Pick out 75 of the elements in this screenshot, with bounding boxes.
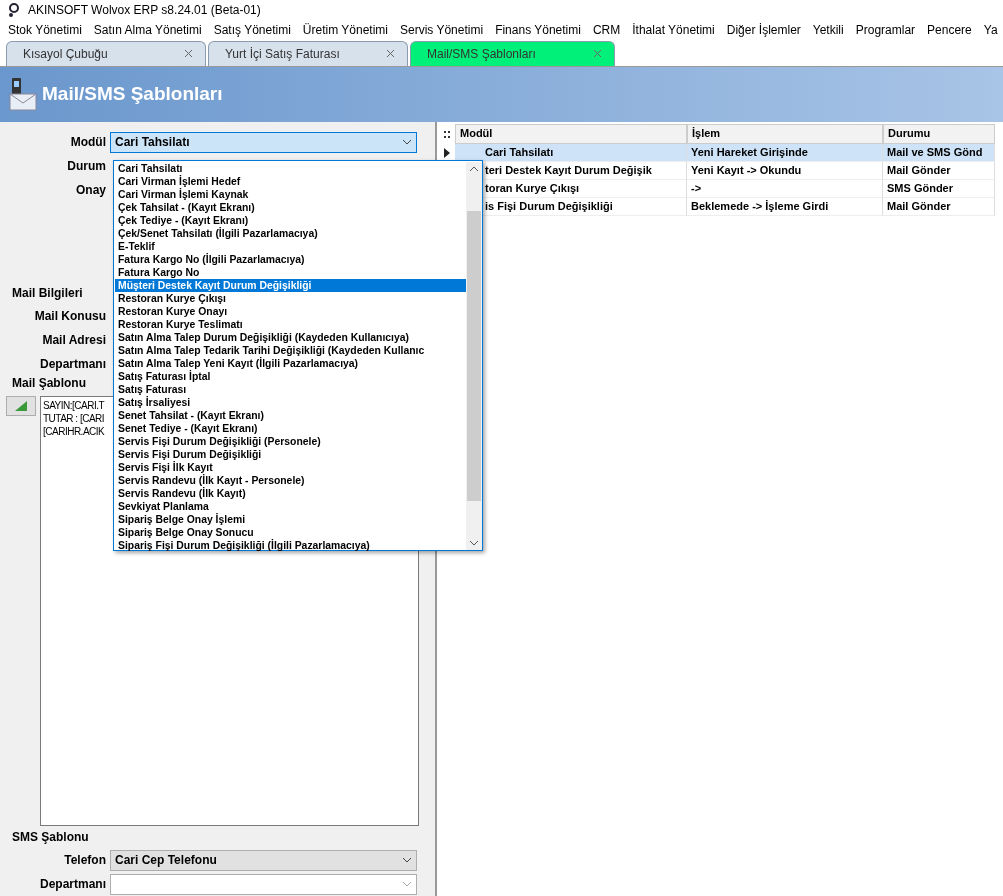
phone-select[interactable]: Cari Cep Telefonu <box>110 849 417 871</box>
table-cell: Mail Gönder <box>883 162 995 180</box>
dropdown-option[interactable]: Satın Alma Talep Durum Değişikliği (Kaydeden Kullanıcıya) <box>115 331 466 344</box>
field-label: Onay <box>75 183 107 197</box>
tab-label: Kısayol Çubuğu <box>23 46 108 61</box>
field-label: Mail Konusu <box>33 309 107 323</box>
caret-icon <box>402 857 412 863</box>
table-cell: Mail Gönder <box>883 198 995 216</box>
dropdown-option[interactable]: Çek Tediye - (Kayıt Ekranı) <box>115 214 466 227</box>
scroll-down-icon[interactable] <box>469 540 479 546</box>
close-icon[interactable] <box>593 49 602 59</box>
table-cell: -> <box>687 180 883 198</box>
column-header[interactable]: Modül <box>455 124 687 144</box>
table-cell: SMS Gönder <box>883 180 995 198</box>
menu-item[interactable]: Stok Yönetimi <box>2 23 88 38</box>
dropdown-option[interactable]: Restoran Kurye Teslimatı <box>115 318 466 331</box>
table-cell: Cari Tahsilatı <box>455 144 687 162</box>
column-header[interactable]: Durumu <box>883 124 995 144</box>
grid-dots-icon <box>444 130 450 138</box>
table-cell: Beklemede -> İşleme Girdi <box>687 198 883 216</box>
menu-item[interactable]: CRM <box>586 23 627 38</box>
scroll-up-icon[interactable] <box>469 166 479 172</box>
dropdown-option[interactable]: Fatura Kargo No <box>115 266 466 279</box>
menu-item[interactable]: Servis Yönetimi <box>393 23 490 38</box>
table-cell: Yeni Hareket Girişinde <box>687 144 883 162</box>
module-select[interactable]: Cari Tahsilatı <box>110 131 417 153</box>
field-label: Departmanı <box>38 877 107 891</box>
field-label: Durum <box>66 159 107 173</box>
dropdown-option[interactable]: Müşteri Destek Kayıt Durum Değişikliği <box>115 279 466 292</box>
menu-item[interactable]: Diğer İşlemler <box>720 23 807 38</box>
triangle-icon <box>14 400 28 412</box>
menu-item[interactable]: Satın Alma Yönetimi <box>87 23 208 38</box>
phone-envelope-icon <box>8 76 38 113</box>
page-title: Mail/SMS Şablonları <box>42 83 223 106</box>
dropdown-option[interactable]: Restoran Kurye Çıkışı <box>115 292 466 305</box>
column-header[interactable]: İşlem <box>687 124 883 144</box>
app-logo-icon <box>6 2 22 19</box>
table-cell: Yeni Kayıt -> Okundu <box>687 162 883 180</box>
group-title: Mail Bilgileri <box>12 286 83 302</box>
dropdown-option[interactable]: Çek/Senet Tahsilatı (İlgili Pazarlamacıya) <box>115 227 466 240</box>
close-icon[interactable] <box>386 49 395 59</box>
scrollbar[interactable] <box>466 162 482 550</box>
menu-item[interactable]: Finans Yönetimi <box>489 23 587 38</box>
field-label: Mail Adresi <box>41 333 107 347</box>
row-pointer-icon <box>444 148 450 158</box>
tab-label: Yurt İçi Satış Faturası <box>225 46 340 61</box>
dropdown-option[interactable]: Fatura Kargo No (İlgili Pazarlamacıya) <box>115 253 466 266</box>
field-label: Modül <box>69 135 107 149</box>
menu-item[interactable]: Yetkili <box>806 23 850 38</box>
menu-item[interactable]: İthalat Yönetimi <box>626 23 721 38</box>
menu-item[interactable]: Ya <box>977 23 1003 38</box>
caret-icon <box>402 881 412 887</box>
menu-item[interactable]: Üretim Yönetimi <box>296 23 394 38</box>
tab[interactable]: Kısayol Çubuğu <box>6 40 206 66</box>
dropdown-option[interactable]: Satış Faturası İptal <box>115 370 466 383</box>
dropdown-option[interactable]: Satın Alma Talep Yeni Kayıt (İlgili Pazarlamacıya) <box>115 357 466 370</box>
department-select[interactable] <box>110 873 417 895</box>
dropdown-option[interactable]: Satın Alma Talep Tedarik Tarihi Değişikliği (Kaydeden Kullanıc <box>115 344 466 357</box>
field-label: Telefon <box>63 853 107 867</box>
tab-label: Mail/SMS Şablonları <box>427 46 536 61</box>
caret-icon <box>402 139 412 145</box>
field-label: Departmanı <box>38 357 107 371</box>
tab[interactable]: Mail/SMS Şablonları <box>410 40 615 66</box>
group-title: Mail Şablonu <box>12 376 86 392</box>
menu-item[interactable]: Programlar <box>849 23 922 38</box>
tab[interactable]: Yurt İçi Satış Faturası <box>208 40 408 66</box>
close-icon[interactable] <box>184 49 193 59</box>
dropdown-option[interactable]: Satış Faturası <box>115 383 466 396</box>
menu-item[interactable]: Pencere <box>921 23 978 38</box>
table-cell: Mail ve SMS Gönd <box>883 144 995 162</box>
dropdown-option[interactable]: E-Teklif <box>115 240 466 253</box>
group-title: SMS Şablonu <box>12 830 89 846</box>
dropdown-option[interactable]: Restoran Kurye Onayı <box>115 305 466 318</box>
window-title: AKINSOFT Wolvox ERP s8.24.01 (Beta-01) <box>28 3 261 18</box>
menu-item[interactable]: Satış Yönetimi <box>207 23 297 38</box>
